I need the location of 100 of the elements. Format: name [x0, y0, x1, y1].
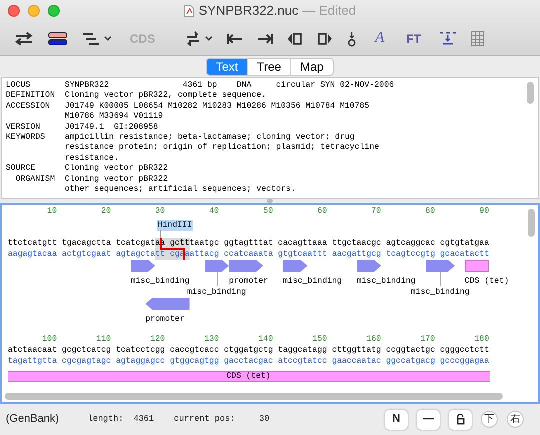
- jump-start-icon[interactable]: [227, 32, 244, 44]
- field-label: DEFINITION: [6, 91, 56, 102]
- ruler-number: 10: [46, 206, 58, 217]
- field-value: resistance.: [64, 154, 119, 164]
- bottom-strand-sequence: ggccatgacg: [386, 356, 436, 367]
- scrollbar-thumb[interactable]: [527, 82, 534, 104]
- jump-end-icon[interactable]: [257, 32, 274, 44]
- status-button[interactable]: N: [385, 410, 408, 430]
- swap-arrows-icon[interactable]: [14, 32, 34, 46]
- ruler-number: 20: [100, 206, 112, 217]
- split-handle[interactable]: [267, 199, 273, 203]
- insert-line-icon[interactable]: [439, 32, 458, 46]
- position-label: current pos:: [174, 413, 236, 426]
- bottom-strand-sequence: gtgtcaattt: [278, 249, 328, 260]
- ruler-number: 60: [316, 206, 328, 217]
- view-tab[interactable]: Tree: [247, 58, 290, 74]
- ruler-number: 150: [312, 334, 328, 345]
- field-value: Cloning vector pBR322: [64, 174, 168, 185]
- ruler-number: 80: [424, 206, 436, 217]
- field-value: Cloning vector pBR322, complete sequence.: [64, 91, 266, 102]
- top-strand-sequence: gctttaatgc: [170, 238, 220, 249]
- ruler-number: 90: [478, 206, 490, 217]
- strands-icon[interactable]: [48, 32, 68, 46]
- align-lines-icon[interactable]: [82, 32, 100, 44]
- feature-box[interactable]: [464, 260, 490, 272]
- bottom-strand-sequence: tcagtccgtg: [386, 249, 436, 260]
- field-value: ampicillin resistance; beta-lactamase; cloning vector; drug: [64, 133, 355, 143]
- minimize-button[interactable]: [28, 5, 40, 17]
- circle-button[interactable]: 右: [507, 411, 524, 428]
- top-strand-sequence: ttctcatgtt: [8, 238, 58, 249]
- scrollbar-thumb[interactable]: [528, 209, 535, 237]
- bottom-strand-sequence: agtaggagcc: [116, 356, 166, 367]
- ruler-number: 40: [208, 206, 220, 217]
- view-tab[interactable]: Text: [207, 58, 248, 74]
- feature-label: misc_binding: [410, 287, 470, 298]
- insert-down-icon[interactable]: [347, 30, 358, 46]
- status-button[interactable]: —: [417, 410, 440, 430]
- feature-label: misc_binding: [130, 276, 190, 287]
- field-label: ACCESSION: [6, 102, 52, 112]
- ruler-number: 50: [262, 206, 274, 217]
- bottom-strand-sequence: gacctacgac: [224, 356, 274, 367]
- format-label: (GenBank): [6, 412, 60, 428]
- window-subtitle: — Edited: [302, 2, 356, 20]
- field-label: ORGANISM: [14, 174, 56, 186]
- table-icon[interactable]: [471, 30, 486, 46]
- ruler-number: 120: [149, 334, 166, 345]
- feature-label: CDS (tet): [464, 276, 510, 287]
- shrink-right-icon[interactable]: [317, 32, 334, 44]
- zoom-button[interactable]: [48, 5, 60, 17]
- restriction-site-label[interactable]: HindIII: [156, 220, 194, 231]
- bottom-strand-sequence: tagattgtta: [8, 356, 58, 367]
- ruler-number: 180: [474, 334, 490, 345]
- horizontal-scrollbar-thumb[interactable]: [5, 393, 503, 400]
- field-label: LOCUS: [6, 81, 32, 92]
- rotate-icon[interactable]: [185, 30, 202, 46]
- feature-label: promoter: [146, 314, 185, 325]
- circle-button[interactable]: 下: [481, 411, 498, 428]
- view-tab[interactable]: Map: [290, 58, 333, 74]
- shrink-left-icon[interactable]: [287, 32, 304, 44]
- leader-line: [160, 230, 162, 238]
- ruler-number: 170: [420, 334, 436, 345]
- bottom-strand-sequence: gcacatactt: [440, 249, 490, 260]
- length-value: 4361: [134, 413, 154, 426]
- field-value: other sequences; artificial sequences; vectors.: [64, 185, 296, 196]
- document-icon: [184, 4, 195, 18]
- field-label: SOURCE: [6, 164, 36, 175]
- top-strand-sequence: cgtgtatgaa: [440, 238, 490, 249]
- bottom-strand-sequence: cgcgagtagc: [62, 356, 112, 367]
- top-strand-sequence: agtcaggcac: [386, 238, 436, 249]
- feature-label: misc_binding: [356, 276, 416, 287]
- feature-bar[interactable]: CDS (tet): [8, 371, 490, 382]
- top-strand-sequence: tcatcctcgg: [116, 345, 166, 356]
- top-strand-sequence: cttggttatg: [332, 345, 382, 356]
- ruler-number: 70: [370, 206, 382, 217]
- bottom-strand-sequence: ccatcaaata: [224, 249, 274, 260]
- chevron-down-icon[interactable]: [104, 36, 112, 42]
- chevron-down-icon[interactable]: [205, 36, 214, 42]
- ruler-number: 130: [203, 334, 220, 345]
- close-button[interactable]: [8, 5, 20, 17]
- top-strand-sequence: ccggtactgc: [386, 345, 436, 356]
- bottom-strand-sequence: gtggcagtgg: [170, 356, 220, 367]
- top-strand-sequence: taggcatagg: [278, 345, 328, 356]
- feature-label: misc_binding: [283, 276, 342, 287]
- length-label: length:: [88, 413, 124, 426]
- bottom-strand-sequence: atccgtatcc: [278, 356, 328, 367]
- toolbar-text-button[interactable]: A: [371, 27, 389, 50]
- ruler-number: 110: [95, 334, 112, 345]
- field-label: KEYWORDS: [6, 133, 46, 144]
- top-strand-sequence: ttgctaacgc: [332, 238, 382, 249]
- field-value: SYNPBR322 4361 bp DNA circular SYN 02-NOV-2006: [64, 81, 394, 91]
- leader-line: [216, 272, 218, 286]
- top-strand-sequence: cgggcctctt: [440, 345, 490, 356]
- bottom-strand-sequence: actgtcgaat: [62, 249, 112, 260]
- feature-label: promoter: [229, 276, 268, 287]
- position-value: 30: [259, 413, 270, 426]
- feature-label: misc_binding: [187, 287, 246, 298]
- toolbar-text-button[interactable]: FT: [402, 30, 426, 48]
- lock-button[interactable]: [449, 410, 472, 430]
- top-strand-sequence: ctggatgctg: [224, 345, 274, 356]
- ruler-number: 100: [41, 334, 58, 345]
